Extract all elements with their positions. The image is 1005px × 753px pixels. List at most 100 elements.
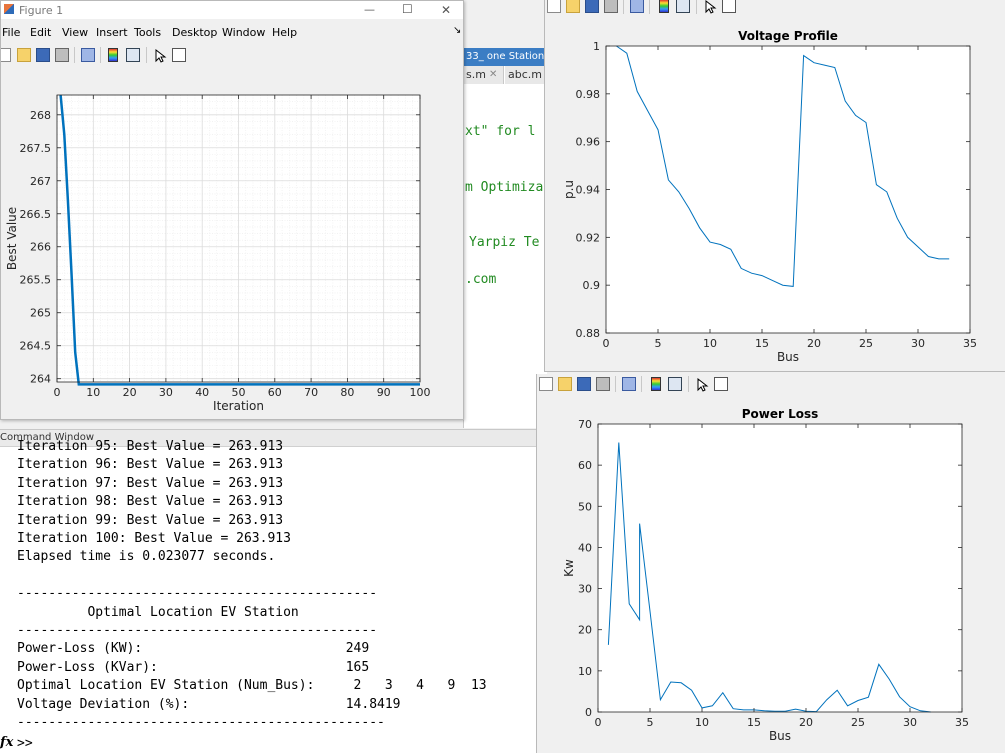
plot-area [606, 46, 970, 333]
menu-file[interactable]: File [2, 26, 20, 39]
editor-tab-1-label: s.m [466, 68, 486, 81]
editor-tab-1[interactable]: s.m ✕ [463, 66, 504, 84]
x-tick-label: 25 [859, 337, 873, 350]
save-icon[interactable] [585, 0, 599, 13]
legend-icon[interactable] [668, 377, 682, 391]
x-tick-label: 35 [955, 716, 969, 729]
x-tick-label: 5 [655, 337, 662, 350]
x-axis-label: Bus [769, 729, 791, 743]
command-output-line: Iteration 99: Best Value = 263.913 [17, 512, 284, 528]
save-icon[interactable] [577, 377, 591, 391]
power-loss-chart: 0 5 10 15 20 25 30 35 0 10 20 30 40 50 60 70 Power Loss B… [562, 407, 969, 743]
x-tick-label: 50 [232, 386, 246, 399]
x-tick-label: 80 [340, 386, 354, 399]
y-tick-label: 264.5 [20, 340, 52, 353]
close-icon[interactable]: ✕ [441, 3, 451, 17]
pointer-icon[interactable] [695, 377, 709, 392]
minimize-icon[interactable]: — [364, 3, 375, 16]
x-tick-label: 70 [304, 386, 318, 399]
legend-icon[interactable] [676, 0, 690, 13]
maximize-icon[interactable]: ☐ [402, 2, 413, 16]
command-output-line: Power-Loss (KVar): 165 [17, 659, 370, 675]
y-tick-label: 20 [578, 624, 592, 637]
x-tick-label: 10 [86, 386, 100, 399]
x-tick-label: 60 [268, 386, 282, 399]
editor-line-3: Yarpiz Te [469, 235, 540, 250]
command-output-line: Power-Loss (KW): 249 [17, 641, 370, 657]
menu-edit[interactable]: Edit [30, 26, 51, 39]
property-inspector-icon[interactable] [714, 377, 728, 391]
legend-icon[interactable] [126, 48, 140, 62]
menu-view[interactable]: View [62, 26, 88, 39]
dock-arrow-icon[interactable]: ↘ [453, 25, 461, 36]
menu-tools[interactable]: Tools [134, 26, 161, 39]
y-tick-label: 0.92 [576, 231, 601, 244]
colorbar-icon[interactable] [108, 48, 118, 62]
print-icon[interactable] [604, 0, 618, 13]
command-output-line: Voltage Deviation (%): 14.8419 [17, 696, 401, 712]
command-prompt: >> [17, 736, 33, 751]
y-tick-label: 10 [578, 665, 592, 678]
menu-desktop[interactable]: Desktop [172, 26, 217, 39]
open-file-icon[interactable] [558, 377, 572, 391]
editor-tab-2-label: abc.m [508, 68, 542, 81]
x-tick-label: 15 [747, 716, 761, 729]
y-tick-label: 265.5 [20, 274, 52, 287]
close-icon[interactable]: ✕ [489, 66, 497, 84]
command-output-line: Iteration 98: Best Value = 263.913 [17, 494, 284, 510]
x-tick-label: 10 [695, 716, 709, 729]
y-tick-label: 50 [578, 500, 592, 513]
new-figure-icon[interactable] [1, 48, 11, 62]
x-tick-label: 5 [647, 716, 654, 729]
menu-insert[interactable]: Insert [96, 26, 128, 39]
new-figure-icon[interactable] [547, 0, 561, 13]
new-figure-icon[interactable] [539, 377, 553, 391]
y-tick-label: 70 [578, 418, 592, 431]
open-file-icon[interactable] [566, 0, 580, 13]
x-tick-label: 10 [703, 337, 717, 350]
colorbar-icon[interactable] [659, 0, 669, 13]
y-tick-label: 0.98 [576, 88, 601, 101]
command-prompt-line[interactable]: fx >> [0, 735, 536, 753]
x-axis-label: Iteration [213, 399, 264, 413]
editor-line-1: xt" for l [465, 124, 536, 139]
voltage-figure-window: 0 5 10 15 20 25 30 35 0.88 0.9 0.92 0.94 0.96 0.98 1 Vo… [544, 0, 1005, 372]
editor-tab-2[interactable]: abc.m [505, 66, 547, 84]
colorbar-icon[interactable] [651, 377, 661, 391]
x-tick-label: 20 [799, 716, 813, 729]
y-tick-label: 0.94 [576, 184, 601, 197]
command-output-line: ----------------------------------------… [17, 715, 385, 730]
powerloss-figure-toolbar [537, 374, 737, 396]
x-tick-label: 20 [123, 386, 137, 399]
link-plot-icon[interactable] [630, 0, 644, 13]
x-tick-label: 35 [963, 337, 977, 350]
x-tick-label: 0 [595, 716, 602, 729]
y-axis-label: Kw [562, 559, 576, 577]
y-tick-label: 0.96 [576, 136, 601, 149]
x-tick-label: 0 [603, 337, 610, 350]
open-file-icon[interactable] [17, 48, 31, 62]
x-tick-label: 25 [851, 716, 865, 729]
property-inspector-icon[interactable] [722, 0, 736, 13]
link-plot-icon[interactable] [81, 48, 95, 62]
print-icon[interactable] [55, 48, 69, 62]
y-tick-label: 1 [593, 40, 600, 53]
command-output-line: Optimal Location EV Station [17, 604, 299, 620]
save-icon[interactable] [36, 48, 50, 62]
pointer-icon[interactable] [703, 0, 717, 14]
property-inspector-icon[interactable] [172, 48, 186, 62]
plot-area [598, 424, 962, 712]
menu-help[interactable]: Help [272, 26, 297, 39]
figure1-titlebar[interactable]: Figure 1 — ☐ ✕ [1, 1, 463, 19]
command-output-line: Iteration 100: Best Value = 263.913 [17, 531, 291, 546]
pointer-icon[interactable] [153, 48, 167, 63]
command-output-line: ----------------------------------------… [17, 586, 378, 602]
function-browser-icon[interactable]: fx [0, 735, 13, 750]
print-icon[interactable] [596, 377, 610, 391]
editor-titlebar: 33_ one Station ea [463, 48, 560, 66]
link-plot-icon[interactable] [622, 377, 636, 391]
x-tick-label: 0 [54, 386, 61, 399]
menu-window[interactable]: Window [222, 26, 265, 39]
command-output-line: Iteration 95: Best Value = 263.913 [17, 439, 284, 454]
voltage-figure-toolbar [545, 0, 745, 18]
